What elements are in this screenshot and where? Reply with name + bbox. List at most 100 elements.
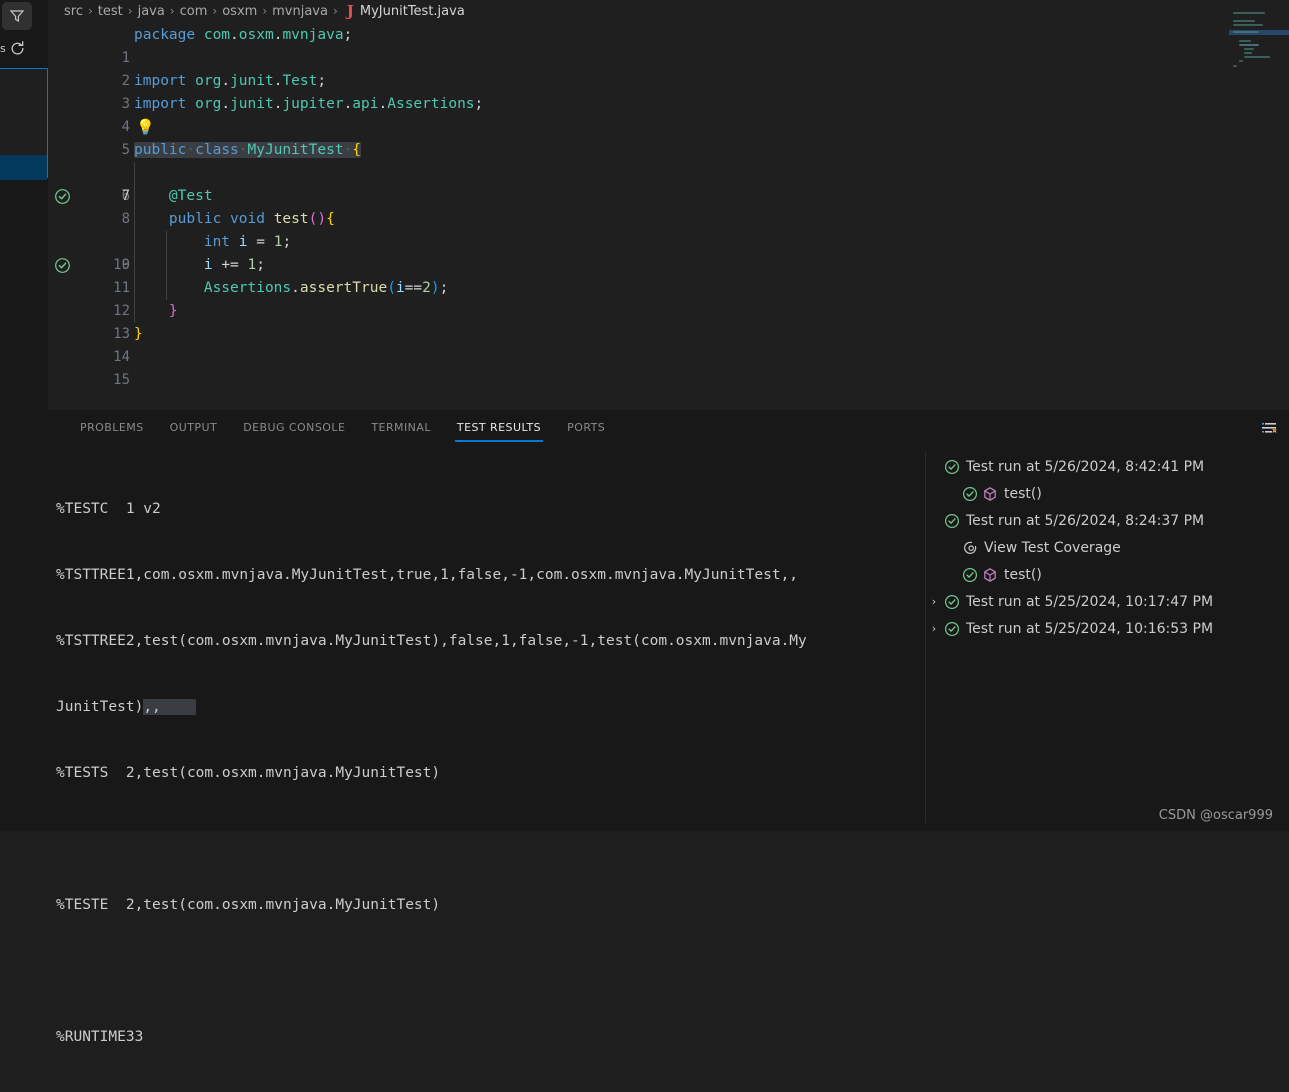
test-method-row[interactable]: test() xyxy=(926,561,1289,588)
test-explorer-strip: s xyxy=(0,0,48,831)
line-text: import org.junit.Test; xyxy=(134,70,326,93)
code-line: 1 package com.osxm.mvnjava; xyxy=(48,24,1289,47)
test-passed-gutter-icon[interactable] xyxy=(54,142,71,159)
line-text: } xyxy=(134,300,178,323)
breadcrumb[interactable]: src › test › java › com › osxm › mvnjava… xyxy=(64,0,465,22)
panel-actions xyxy=(1259,418,1279,438)
test-method-label: test() xyxy=(1000,567,1042,583)
tab-ports[interactable]: PORTS xyxy=(557,410,615,445)
breadcrumb-file-name[interactable]: MyJunitTest.java xyxy=(360,4,465,19)
refresh-icon[interactable] xyxy=(4,36,30,60)
test-method-icon xyxy=(980,567,1000,583)
view-coverage-row[interactable]: View Test Coverage xyxy=(926,534,1289,561)
code-editor[interactable]: src › test › java › com › osxm › mvnjava… xyxy=(48,0,1289,410)
code-line: 3 import org.junit.Test; xyxy=(48,70,1289,93)
test-run-label: Test run at 5/25/2024, 10:16:53 PM xyxy=(962,621,1213,637)
view-coverage-label: View Test Coverage xyxy=(980,540,1121,556)
test-run-label: Test run at 5/26/2024, 8:24:37 PM xyxy=(962,513,1204,529)
watermark: CSDN @oscar999 xyxy=(1159,808,1273,823)
test-run-row[interactable]: › Test run at 5/25/2024, 10:16:53 PM xyxy=(926,615,1289,642)
test-passed-gutter-icon[interactable] xyxy=(54,211,71,228)
code-line: 4 import org.junit.jupiter.api.Assertion… xyxy=(48,93,1289,116)
output-line-wrapped-text: JunitTest) xyxy=(56,699,143,715)
test-results-tree[interactable]: Test run at 5/26/2024, 8:42:41 PM test() xyxy=(926,448,1289,831)
lightbulb-icon[interactable]: 💡 xyxy=(136,118,155,137)
code-line: 6 public·class·MyJunitTest·{ xyxy=(48,139,1289,162)
filter-icon[interactable] xyxy=(2,2,32,30)
output-selection: ,, xyxy=(143,699,160,715)
test-output-text[interactable]: %TESTC 1 v2 %TSTTREE1,com.osxm.mvnjava.M… xyxy=(48,448,925,831)
test-run-row[interactable]: Test run at 5/26/2024, 8:42:41 PM xyxy=(926,453,1289,480)
bottom-panel: PROBLEMS OUTPUT DEBUG CONSOLE TERMINAL T… xyxy=(48,410,1289,831)
breadcrumb-item-com[interactable]: com xyxy=(180,4,208,19)
line-text: package com.osxm.mvnjava; xyxy=(134,24,352,47)
breadcrumb-item-src[interactable]: src xyxy=(64,4,83,19)
code-line: 12 Assertions.assertTrue(i==2); xyxy=(48,277,1289,300)
test-run-label: Test run at 5/26/2024, 8:42:41 PM xyxy=(962,459,1204,475)
line-text: i += 1; xyxy=(134,254,265,277)
test-method-icon xyxy=(980,486,1000,502)
chevron-right-icon: › xyxy=(333,4,338,18)
breadcrumb-item-mvnjava[interactable]: mvnjava xyxy=(272,4,328,19)
chevron-right-icon[interactable]: › xyxy=(926,595,942,608)
java-file-icon: J xyxy=(347,2,354,20)
code-line: 5 💡 xyxy=(48,116,1289,139)
test-tree-background xyxy=(0,180,48,831)
vscode-window: s src › test › java › com › osxm › mvnja… xyxy=(0,0,1289,831)
line-text: public·class·MyJunitTest·{ xyxy=(134,139,361,162)
chevron-right-icon[interactable]: › xyxy=(926,622,942,635)
breadcrumb-item-test[interactable]: test xyxy=(98,4,123,19)
code-line: 2 xyxy=(48,47,1289,70)
test-passed-icon xyxy=(960,567,980,583)
line-text: Assertions.assertTrue(i==2); xyxy=(134,277,448,300)
code-line: 10 int i = 1; xyxy=(48,231,1289,254)
chevron-right-icon: › xyxy=(212,4,217,18)
tab-debug-console[interactable]: DEBUG CONSOLE xyxy=(233,410,355,445)
output-line-blank xyxy=(56,960,925,982)
code-line: 7 xyxy=(48,162,1289,185)
test-passed-icon xyxy=(942,513,962,529)
output-line: %TESTS 2,test(com.osxm.mvnjava.MyJunitTe… xyxy=(56,762,925,784)
output-line-wrapped: JunitTest),, xyxy=(56,696,925,718)
line-number: 15 xyxy=(80,369,130,392)
line-text: import org.junit.jupiter.api.Assertions; xyxy=(134,93,483,116)
tab-test-results[interactable]: TEST RESULTS xyxy=(447,410,551,445)
toggle-output-list-icon[interactable] xyxy=(1259,418,1279,438)
output-line: %TSTTREE2,test(com.osxm.mvnjava.MyJunitT… xyxy=(56,630,925,652)
output-line: %TSTTREE1,com.osxm.mvnjava.MyJunitTest,t… xyxy=(56,564,925,586)
code-line: 8 @Test xyxy=(48,185,1289,208)
test-passed-icon xyxy=(942,459,962,475)
output-line: %TESTE 2,test(com.osxm.mvnjava.MyJunitTe… xyxy=(56,894,925,916)
test-tree-selected-row[interactable] xyxy=(0,155,47,180)
minimap[interactable] xyxy=(1229,12,1289,67)
test-passed-icon xyxy=(942,594,962,610)
output-line-blank xyxy=(56,828,925,850)
code-line: 13 } xyxy=(48,300,1289,323)
code-line: 14 } xyxy=(48,323,1289,346)
tab-problems[interactable]: PROBLEMS xyxy=(70,410,154,445)
line-text: } xyxy=(134,323,143,346)
chevron-right-icon: › xyxy=(88,4,93,18)
indent-guide xyxy=(134,162,135,185)
line-text: int i = 1; xyxy=(134,231,291,254)
code-line: 15 xyxy=(48,346,1289,369)
output-line: %TESTC 1 v2 xyxy=(56,498,925,520)
tab-output[interactable]: OUTPUT xyxy=(160,410,228,445)
test-run-row[interactable]: Test run at 5/26/2024, 8:24:37 PM xyxy=(926,507,1289,534)
test-passed-icon xyxy=(942,621,962,637)
breadcrumb-item-osxm[interactable]: osxm xyxy=(222,4,257,19)
code-line: 11 i += 1; xyxy=(48,254,1289,277)
test-run-row[interactable]: › Test run at 5/25/2024, 10:17:47 PM xyxy=(926,588,1289,615)
code-content[interactable]: 1 package com.osxm.mvnjava; 2 3 import o… xyxy=(48,24,1289,410)
test-method-row[interactable]: test() xyxy=(926,480,1289,507)
chevron-right-icon: › xyxy=(170,4,175,18)
panel-body: %TESTC 1 v2 %TSTTREE1,com.osxm.mvnjava.M… xyxy=(48,448,1289,831)
chevron-right-icon: › xyxy=(128,4,133,18)
chevron-right-icon: › xyxy=(262,4,267,18)
breadcrumb-item-java[interactable]: java xyxy=(138,4,165,19)
test-method-label: test() xyxy=(1000,486,1042,502)
test-passed-icon xyxy=(960,486,980,502)
line-text: @Test xyxy=(134,185,213,208)
tab-terminal[interactable]: TERMINAL xyxy=(361,410,441,445)
test-run-label: Test run at 5/25/2024, 10:17:47 PM xyxy=(962,594,1213,610)
